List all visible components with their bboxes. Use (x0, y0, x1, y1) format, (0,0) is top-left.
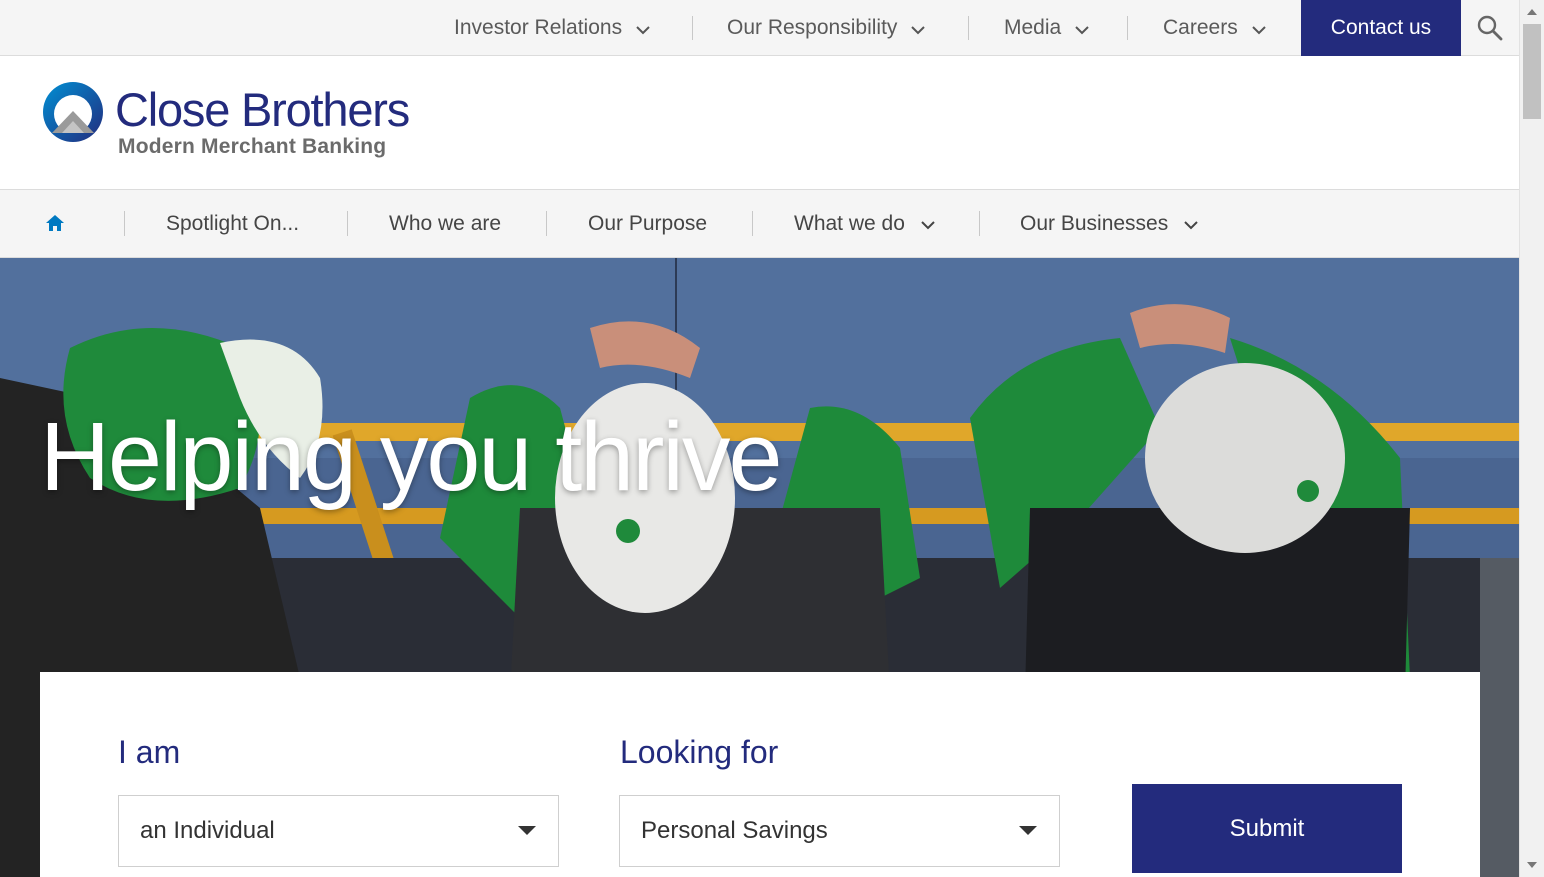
utility-nav-investor-relations[interactable]: Investor Relations (454, 0, 650, 56)
nav-divider (979, 211, 980, 236)
chevron-down-icon (636, 25, 650, 34)
contact-us-button[interactable]: Contact us (1301, 0, 1461, 56)
nav-item-our-purpose[interactable]: Our Purpose (588, 190, 707, 257)
logo-wordmark[interactable]: Close Brothers (115, 86, 410, 133)
utility-nav-label: Investor Relations (454, 16, 623, 39)
scroll-up-arrow-icon[interactable] (1527, 9, 1537, 15)
i-am-label: I am (118, 734, 181, 770)
nav-item-label: Our Businesses (1020, 211, 1169, 235)
nav-item-our-businesses[interactable]: Our Businesses (1020, 190, 1198, 257)
hero-title: Helping you thrive (40, 402, 782, 511)
home-icon[interactable] (44, 212, 66, 234)
scroll-down-arrow-icon[interactable] (1527, 862, 1537, 868)
utility-nav-label: Media (1004, 16, 1062, 39)
dropdown-caret-icon (518, 826, 536, 835)
close-brothers-logo-mark[interactable] (42, 81, 104, 143)
nav-item-spotlight-on[interactable]: Spotlight On... (166, 190, 299, 257)
nav-item-what-we-do[interactable]: What we do (794, 190, 935, 257)
nav-item-label: Spotlight On... (166, 211, 300, 235)
nav-item-label: Who we are (389, 211, 502, 235)
main-nav: Spotlight On... Who we are Our Purpose W… (0, 189, 1519, 258)
scrollbar-thumb[interactable] (1523, 24, 1541, 119)
utility-nav-our-responsibility[interactable]: Our Responsibility (727, 0, 926, 56)
chevron-down-icon (921, 221, 935, 230)
nav-item-label: Our Purpose (588, 211, 708, 235)
search-icon (1477, 15, 1503, 41)
chevron-down-icon (1251, 25, 1266, 34)
looking-for-select-value: Personal Savings (641, 817, 828, 844)
looking-for-select[interactable]: Personal Savings (619, 795, 1060, 867)
i-am-select[interactable]: an Individual (118, 795, 559, 867)
nav-divider (752, 211, 753, 236)
chevron-down-icon (1184, 221, 1198, 230)
nav-item-label: What we do (794, 211, 905, 235)
chevron-down-icon (911, 25, 926, 34)
utility-nav: Investor Relations Our Responsibility Me… (0, 0, 1519, 56)
search-button[interactable] (1461, 0, 1519, 56)
utility-nav-label: Careers (1163, 16, 1238, 39)
site-header: Close Brothers Modern Merchant Banking (0, 56, 1519, 189)
utility-nav-divider (968, 16, 969, 40)
utility-nav-divider (1127, 16, 1128, 40)
product-finder: I am an Individual Looking for Personal … (40, 672, 1480, 877)
nav-divider (546, 211, 547, 236)
looking-for-label: Looking for (620, 734, 779, 770)
utility-nav-careers[interactable]: Careers (1163, 0, 1266, 56)
utility-nav-divider (692, 16, 693, 40)
dropdown-caret-icon (1019, 826, 1037, 835)
nav-item-who-we-are[interactable]: Who we are (389, 190, 501, 257)
chevron-down-icon (1075, 25, 1089, 34)
i-am-select-value: an Individual (140, 817, 275, 844)
utility-nav-label: Our Responsibility (727, 16, 898, 39)
logo-tagline: Modern Merchant Banking (118, 135, 387, 158)
page-scrollbar[interactable] (1519, 0, 1544, 877)
nav-divider (124, 211, 125, 236)
submit-button[interactable]: Submit (1132, 784, 1402, 873)
nav-divider (347, 211, 348, 236)
utility-nav-media[interactable]: Media (1004, 0, 1089, 56)
page: Investor Relations Our Responsibility Me… (0, 0, 1519, 877)
